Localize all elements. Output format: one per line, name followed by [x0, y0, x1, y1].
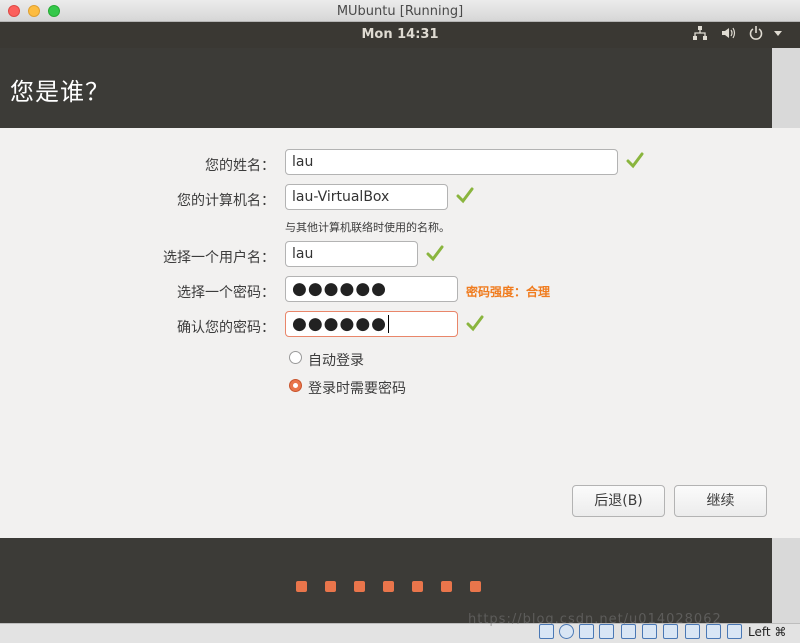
username-label: 选择一个用户名： [163, 250, 275, 266]
require-password-radio[interactable] [289, 379, 302, 392]
cpu-icon[interactable] [685, 624, 700, 639]
check-icon [626, 152, 644, 169]
check-icon [426, 245, 444, 262]
recording-icon[interactable] [663, 624, 678, 639]
confirm-password-label: 确认您的密码： [177, 320, 275, 336]
username-field[interactable]: lau [285, 241, 418, 267]
back-button[interactable]: 后退(B) [572, 485, 665, 517]
computer-name-label: 您的计算机名： [177, 193, 275, 209]
network-icon[interactable] [690, 25, 710, 45]
password-label: 选择一个密码： [177, 285, 275, 301]
confirm-password-field[interactable]: ●●●●●● [285, 311, 458, 337]
password-field[interactable]: ●●●●●● [285, 276, 458, 302]
require-password-label[interactable]: 登录时需要密码 [308, 378, 406, 398]
computer-name-hint: 与其他计算机联络时使用的名称。 [285, 221, 450, 234]
page-header: 您是谁？ [0, 48, 800, 128]
panel-clock[interactable]: Mon 14:31 [0, 27, 800, 42]
password-strength-text: 密码强度：合理 [466, 285, 551, 299]
confirm-password-value: ●●●●●● [292, 314, 388, 334]
progress-dot [470, 581, 481, 592]
continue-button[interactable]: 继续 [674, 485, 767, 517]
volume-icon[interactable] [718, 25, 738, 45]
install-progress-footer [0, 538, 772, 623]
host-key-label: Left ⌘ [748, 625, 787, 639]
check-icon [456, 187, 474, 204]
shared-folder-icon[interactable] [599, 624, 614, 639]
page-title: 您是谁？ [10, 78, 110, 106]
check-icon [466, 315, 484, 332]
usb-icon[interactable] [579, 624, 594, 639]
display-icon[interactable] [621, 624, 636, 639]
power-icon[interactable] [746, 25, 766, 45]
auto-login-radio[interactable] [289, 351, 302, 364]
window-titlebar: MUbuntu [Running] [0, 0, 800, 22]
menu-arrow-icon[interactable] [770, 25, 786, 45]
mouse-integration-icon[interactable] [706, 624, 721, 639]
auto-login-label[interactable]: 自动登录 [308, 350, 364, 370]
network-adapter-icon[interactable] [642, 624, 657, 639]
name-label: 您的姓名： [205, 158, 275, 174]
name-field[interactable]: lau [285, 149, 618, 175]
window-title: MUbuntu [Running] [336, 4, 464, 19]
progress-dot [325, 581, 336, 592]
text-caret [388, 315, 390, 333]
progress-dot [412, 581, 423, 592]
hard-disk-icon[interactable] [539, 624, 554, 639]
progress-dot [383, 581, 394, 592]
top-panel: Mon 14:31 [0, 22, 800, 48]
optical-drive-icon[interactable] [559, 624, 574, 639]
progress-dot [441, 581, 452, 592]
progress-dot [296, 581, 307, 592]
keyboard-capture-icon[interactable] [727, 624, 742, 639]
computer-name-field[interactable]: lau-VirtualBox [285, 184, 448, 210]
watermark-text: https://blog.csdn.net/u014028062 [468, 612, 722, 627]
progress-dot [354, 581, 365, 592]
